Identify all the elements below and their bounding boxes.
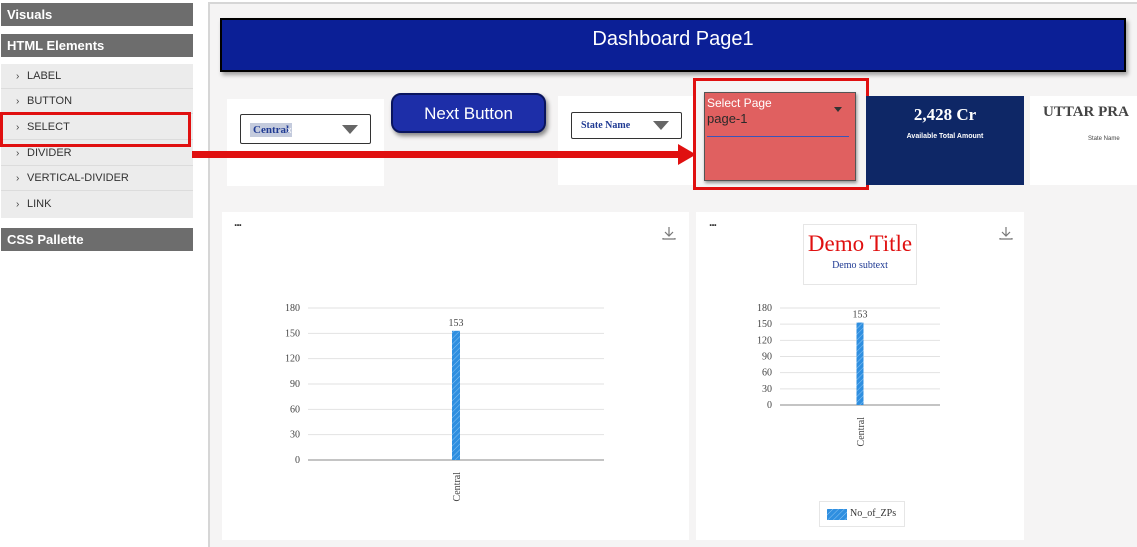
- y-tick-label: 30: [290, 430, 300, 441]
- x-tick-label: Central: [856, 417, 867, 447]
- chevron-right-icon: ›: [16, 71, 20, 82]
- sidebar-item-vertical-divider[interactable]: › VERTICAL-DIVIDER: [1, 166, 193, 191]
- page-select-highlight: [693, 78, 869, 190]
- chip-remove-icon[interactable]: x: [287, 125, 292, 135]
- y-tick-label: 60: [290, 404, 300, 415]
- chevron-right-icon: ›: [16, 173, 20, 184]
- y-tick-label: 180: [757, 303, 772, 314]
- selected-chip: Central: [250, 123, 293, 137]
- kpi-value: 2,428 Cr: [913, 105, 977, 124]
- chip-label: Central: [253, 124, 290, 136]
- y-tick-label: 90: [762, 352, 772, 363]
- y-tick-label: 90: [290, 379, 300, 390]
- legend-label: No_of_ZPs: [850, 508, 897, 519]
- state-card-caption: State Name: [1088, 136, 1120, 142]
- sidebar-item-vertical-divider-text: VERTICAL-DIVIDER: [27, 172, 129, 184]
- chart-legend: No_of_ZPs: [819, 501, 905, 527]
- select-item-highlight: [0, 112, 191, 147]
- sidebar-item-button[interactable]: › BUTTON: [1, 89, 193, 114]
- bar: [856, 322, 864, 405]
- state-name-select[interactable]: State Name: [571, 112, 682, 139]
- kpi-card: 2,428 Cr Available Total Amount: [866, 96, 1024, 185]
- page-title: Dashboard Page1: [592, 28, 754, 50]
- chevron-right-icon: ›: [16, 148, 20, 159]
- bar: [452, 330, 460, 460]
- chevron-right-icon: ›: [16, 96, 20, 107]
- state-card: UTTAR PRA State Name: [1030, 96, 1137, 185]
- y-tick-label: 0: [295, 455, 300, 466]
- sidebar-item-button-text: BUTTON: [27, 95, 73, 107]
- sidebar-item-divider-text: DIVIDER: [27, 147, 72, 159]
- y-tick-label: 120: [757, 335, 772, 346]
- dropdown-arrow-icon: [653, 121, 669, 130]
- chart-card-2: ... Demo Title Demo subtext 0 30 60 90 120 15…: [696, 212, 1024, 540]
- sidebar-section-css-pallette[interactable]: CSS Pallette: [1, 228, 193, 251]
- pointer-arrow: [192, 144, 696, 165]
- next-button-label: Next Button: [424, 104, 513, 123]
- state-card-title: UTTAR PRA: [1043, 104, 1129, 120]
- y-tick-label: 180: [285, 303, 300, 314]
- y-tick-label: 150: [757, 319, 772, 330]
- chart-1-svg: 0 30 60 90 120 150 180 153 Central: [285, 303, 604, 502]
- legend-swatch: [827, 509, 847, 520]
- y-tick-label: 150: [285, 328, 300, 339]
- data-label: 153: [449, 318, 464, 329]
- chart-card-1: ... 0 30 60 90 120 150 180 153 Central: [222, 212, 689, 540]
- y-tick-label: 120: [285, 354, 300, 365]
- y-tick-label: 0: [767, 400, 772, 411]
- y-tick-label: 30: [762, 384, 772, 395]
- sidebar-section-html-elements[interactable]: HTML Elements: [1, 34, 193, 57]
- sidebar-item-link[interactable]: › LINK: [1, 192, 193, 217]
- state-select-value: State Name: [581, 120, 631, 131]
- chart-2-svg: 0 30 60 90 120 150 180 153 Central: [757, 303, 940, 447]
- dropdown-arrow-icon: [342, 125, 358, 134]
- sidebar-item-label-text: LABEL: [27, 70, 62, 82]
- x-tick-label: Central: [452, 472, 463, 502]
- sidebar-item-label[interactable]: › LABEL: [1, 64, 193, 89]
- data-label: 153: [853, 310, 868, 321]
- sidebar-section-visuals[interactable]: Visuals: [1, 3, 193, 26]
- sidebar: Visuals HTML Elements › LABEL › BUTTON › SE…: [0, 0, 196, 547]
- sidebar-item-link-text: LINK: [27, 198, 52, 210]
- dashboard-header: Dashboard Page1: [220, 18, 1126, 72]
- next-button[interactable]: Next Button: [391, 93, 546, 133]
- chevron-right-icon: ›: [16, 199, 20, 210]
- y-tick-label: 60: [762, 368, 772, 379]
- kpi-caption: Available Total Amount: [906, 133, 984, 140]
